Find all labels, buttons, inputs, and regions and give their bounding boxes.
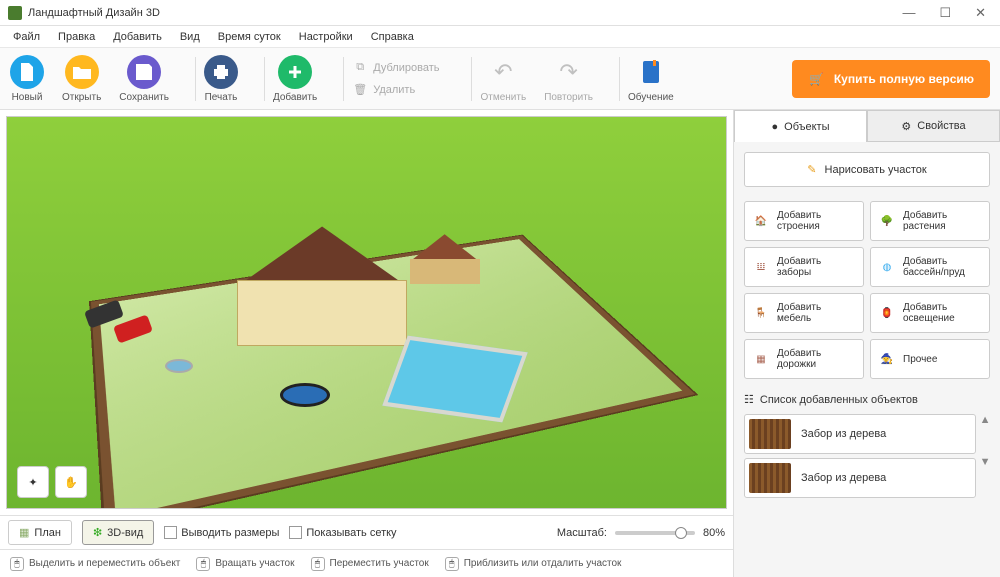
other-button[interactable]: 🧙Прочее: [870, 339, 990, 379]
gear-icon: ⚙: [901, 120, 911, 133]
pencil-icon: ✎: [807, 163, 816, 176]
draw-plot-button[interactable]: ✎Нарисовать участок: [744, 152, 990, 187]
viewport-3d[interactable]: ✦ ✋: [6, 116, 727, 509]
add-buildings-button[interactable]: 🏠Добавить строения: [744, 201, 864, 241]
path-icon: ▦: [751, 349, 771, 369]
gnome-icon: 🧙: [877, 349, 897, 369]
mouse-middle-icon: 🖱: [311, 557, 325, 571]
print-icon: [204, 55, 238, 89]
delete-button[interactable]: 🗑Удалить: [352, 82, 439, 98]
objects-icon: ●: [771, 121, 778, 133]
tab-objects[interactable]: ●Объекты: [734, 110, 867, 142]
save-icon: [127, 55, 161, 89]
hand-icon: ✋: [64, 476, 78, 489]
close-button[interactable]: ✕: [969, 5, 992, 21]
scale-value: 80%: [703, 527, 725, 539]
redo-icon: ↷: [552, 55, 586, 89]
app-icon: [8, 6, 22, 20]
titlebar: Ландшафтный Дизайн 3D — ☐ ✕: [0, 0, 1000, 26]
show-sizes-checkbox[interactable]: Выводить размеры: [164, 526, 279, 539]
book-icon: [634, 55, 668, 89]
object-list-header: ☷Список добавленных объектов: [744, 393, 990, 406]
plus-icon: [278, 55, 312, 89]
open-button[interactable]: Открыть: [62, 55, 101, 103]
redo-button[interactable]: ↷ Повторить: [544, 55, 593, 103]
tree-icon: 🌳: [877, 211, 897, 231]
scene-render: [7, 117, 726, 508]
rotate-icon: ✦: [28, 476, 37, 489]
3d-view-button[interactable]: ❇3D-вид: [82, 520, 154, 545]
maximize-button[interactable]: ☐: [933, 5, 957, 21]
menu-file[interactable]: Файл: [4, 28, 49, 46]
file-icon: [10, 55, 44, 89]
add-plants-button[interactable]: 🌳Добавить растения: [870, 201, 990, 241]
chevron-up-icon: ▲: [980, 414, 991, 426]
house-icon: 🏠: [751, 211, 771, 231]
orbit-button[interactable]: ✦: [17, 466, 49, 498]
leaf-icon: ❇: [93, 526, 102, 539]
add-furniture-button[interactable]: 🪑Добавить мебель: [744, 293, 864, 333]
scale-slider[interactable]: [615, 531, 695, 535]
scale-label: Масштаб:: [557, 527, 607, 539]
add-button[interactable]: Добавить: [273, 55, 317, 103]
side-panel: ●Объекты ⚙Свойства ✎Нарисовать участок 🏠…: [734, 110, 1000, 577]
show-grid-checkbox[interactable]: Показывать сетку: [289, 526, 396, 539]
add-paths-button[interactable]: ▦Добавить дорожки: [744, 339, 864, 379]
undo-button[interactable]: ↶ Отменить: [480, 55, 526, 103]
print-button[interactable]: Печать: [204, 55, 238, 103]
chevron-down-icon: ▼: [980, 456, 991, 468]
minimize-button[interactable]: —: [896, 5, 921, 21]
fence-thumb: [749, 463, 791, 493]
folder-icon: [65, 55, 99, 89]
pool-icon: ◍: [877, 257, 897, 277]
mouse-left-icon: 🖱: [196, 557, 210, 571]
fence-icon: 𝍔: [751, 257, 771, 277]
new-button[interactable]: Новый: [10, 55, 44, 103]
stack-icon: ☷: [744, 393, 754, 406]
menubar: Файл Правка Добавить Вид Время суток Нас…: [0, 26, 1000, 48]
menu-view[interactable]: Вид: [171, 28, 209, 46]
menu-time[interactable]: Время суток: [209, 28, 290, 46]
add-lighting-button[interactable]: 🏮Добавить освещение: [870, 293, 990, 333]
save-button[interactable]: Сохранить: [119, 55, 169, 103]
undo-icon: ↶: [486, 55, 520, 89]
cart-icon: 🛒: [808, 70, 826, 88]
scrollbar[interactable]: ▲▼: [980, 414, 990, 498]
menu-help[interactable]: Справка: [362, 28, 423, 46]
duplicate-icon: ⧉: [352, 60, 368, 76]
plan-icon: ▦: [19, 526, 29, 539]
pan-button[interactable]: ✋: [55, 466, 87, 498]
add-fences-button[interactable]: 𝍔Добавить заборы: [744, 247, 864, 287]
add-pool-button[interactable]: ◍Добавить бассейн/пруд: [870, 247, 990, 287]
menu-edit[interactable]: Правка: [49, 28, 104, 46]
list-item[interactable]: Забор из дерева: [744, 458, 976, 498]
mouse-left-icon: 🖱: [10, 557, 24, 571]
tab-properties[interactable]: ⚙Свойства: [867, 110, 1000, 142]
toolbar: Новый Открыть Сохранить Печать Добавить …: [0, 48, 1000, 110]
menu-add[interactable]: Добавить: [104, 28, 171, 46]
lamp-icon: 🏮: [877, 303, 897, 323]
learn-button[interactable]: Обучение: [628, 55, 674, 103]
chair-icon: 🪑: [751, 303, 771, 323]
view-bar: ▦План ❇3D-вид Выводить размеры Показыват…: [0, 515, 733, 549]
buy-button[interactable]: 🛒 Купить полную версию: [792, 60, 990, 98]
plan-view-button[interactable]: ▦План: [8, 520, 72, 545]
menu-settings[interactable]: Настройки: [290, 28, 362, 46]
window-title: Ландшафтный Дизайн 3D: [28, 7, 896, 19]
list-item[interactable]: Забор из дерева: [744, 414, 976, 454]
fence-thumb: [749, 419, 791, 449]
duplicate-button[interactable]: ⧉Дублировать: [352, 60, 439, 76]
trash-icon: 🗑: [352, 82, 368, 98]
mouse-wheel-icon: 🖱: [445, 557, 459, 571]
hint-bar: 🖱Выделить и переместить объект 🖱Вращать …: [0, 549, 733, 577]
